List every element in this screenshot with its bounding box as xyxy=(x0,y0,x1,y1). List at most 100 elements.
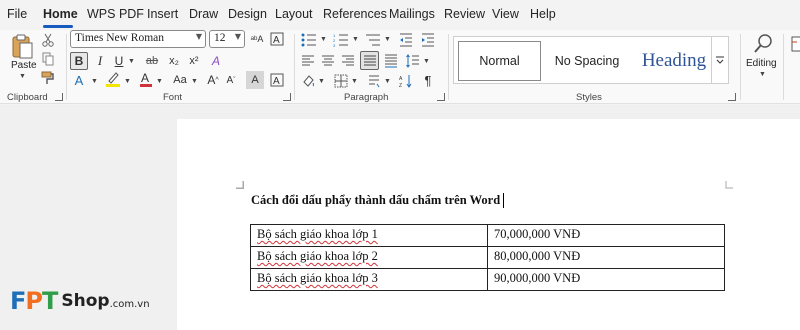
underline-dropdown-icon[interactable]: ▼ xyxy=(128,58,135,65)
numbering-dropdown-icon[interactable]: ▼ xyxy=(352,36,359,43)
chevron-down-icon: ▼ xyxy=(234,32,241,41)
cell-text: 80,000,000 VNĐ xyxy=(494,249,581,263)
borders-dropdown-icon[interactable]: ▼ xyxy=(351,78,358,85)
asian-layout-dropdown-icon[interactable]: ▼ xyxy=(384,78,391,85)
sort-icon[interactable]: AZ xyxy=(398,72,414,89)
text-effects-dropdown-icon[interactable]: ▼ xyxy=(91,78,98,85)
svg-text:A: A xyxy=(399,76,403,82)
style-normal[interactable]: Normal xyxy=(458,41,541,81)
multilevel-dropdown-icon[interactable]: ▼ xyxy=(384,36,391,43)
tab-design[interactable]: Design xyxy=(228,7,267,21)
font-name-combo[interactable]: Times New Roman ▼ xyxy=(70,30,206,48)
editing-label[interactable]: Editing xyxy=(746,58,777,69)
cell-text: Bộ sách giáo khoa lớp 3 xyxy=(257,271,378,285)
text-cursor xyxy=(503,193,504,208)
font-color-icon[interactable]: A xyxy=(138,70,154,88)
paste-icon[interactable] xyxy=(8,32,36,62)
highlight-dropdown-icon[interactable]: ▼ xyxy=(124,78,131,85)
search-icon[interactable] xyxy=(752,32,774,56)
format-painter-icon[interactable] xyxy=(40,70,56,86)
table-row: Bộ sách giáo khoa lớp 2 80,000,000 VNĐ xyxy=(250,246,725,269)
font-color-dropdown-icon[interactable]: ▼ xyxy=(156,78,163,85)
group-divider xyxy=(740,34,741,100)
bullets-dropdown-icon[interactable]: ▼ xyxy=(320,36,327,43)
text-effects-icon[interactable]: A xyxy=(208,52,224,70)
document-heading[interactable]: Cách đổi dấu phẩy thành dấu chấm trên Wo… xyxy=(251,193,500,208)
multilevel-list-icon[interactable] xyxy=(364,31,382,48)
table-cell[interactable]: Bộ sách giáo khoa lớp 2 xyxy=(250,246,488,269)
decrease-indent-icon[interactable] xyxy=(398,31,414,48)
svg-text:A: A xyxy=(273,35,280,46)
change-case-dropdown-icon[interactable]: ▼ xyxy=(191,78,198,85)
tab-file[interactable]: File xyxy=(7,7,27,21)
change-font-size-icon[interactable]: Aa xyxy=(170,71,190,89)
tab-wps-pdf[interactable]: WPS PDF xyxy=(87,7,144,21)
clipboard-launcher-icon[interactable] xyxy=(55,93,63,101)
style-heading[interactable]: Heading xyxy=(632,41,716,81)
table-cell[interactable]: Bộ sách giáo khoa lớp 3 xyxy=(250,268,488,291)
superscript-button[interactable]: x² xyxy=(186,52,202,70)
tab-help[interactable]: Help xyxy=(530,7,556,21)
text-effects-outline-icon[interactable]: A xyxy=(70,71,88,89)
align-left-icon[interactable] xyxy=(300,52,316,69)
underline-button[interactable]: U xyxy=(111,52,127,70)
asian-layout-icon[interactable] xyxy=(366,72,382,89)
bold-button[interactable]: B xyxy=(70,52,88,70)
editing-dropdown-icon[interactable]: ▼ xyxy=(759,71,766,78)
paragraph-launcher-icon[interactable] xyxy=(437,93,445,101)
paste-label[interactable]: Paste xyxy=(11,60,37,71)
borders-icon[interactable] xyxy=(333,72,349,89)
strikethrough-button[interactable]: ab xyxy=(142,52,162,70)
character-shading-icon[interactable]: A xyxy=(246,71,264,89)
subscript-button[interactable]: x₂ xyxy=(166,52,182,70)
clear-formatting-icon[interactable]: A xyxy=(269,31,285,47)
svg-text:A: A xyxy=(273,76,280,87)
shading-icon[interactable] xyxy=(300,72,316,89)
highlight-icon[interactable] xyxy=(104,70,122,88)
table-cell[interactable]: 90,000,000 VNĐ xyxy=(487,268,725,291)
align-right-icon[interactable] xyxy=(340,52,356,69)
logo-letter: P xyxy=(25,287,43,315)
style-no-spacing[interactable]: No Spacing xyxy=(544,41,630,81)
tab-review[interactable]: Review xyxy=(444,7,485,21)
styles-more-icon[interactable] xyxy=(711,36,729,84)
tab-references[interactable]: References xyxy=(323,7,387,21)
tab-insert[interactable]: Insert xyxy=(147,7,178,21)
paste-dropdown-icon[interactable]: ▼ xyxy=(19,73,26,80)
grow-font-icon[interactable]: A ^ xyxy=(206,71,220,89)
table-cell[interactable]: 80,000,000 VNĐ xyxy=(487,246,725,269)
shading-dropdown-icon[interactable]: ▼ xyxy=(318,78,325,85)
document-table[interactable]: Bộ sách giáo khoa lớp 1 70,000,000 VNĐ B… xyxy=(250,224,725,291)
table-cell[interactable]: 70,000,000 VNĐ xyxy=(487,224,725,247)
tab-draw[interactable]: Draw xyxy=(189,7,218,21)
bullets-icon[interactable] xyxy=(300,31,318,48)
align-center-icon[interactable] xyxy=(320,52,336,69)
tab-home[interactable]: Home xyxy=(43,7,78,21)
line-spacing-dropdown-icon[interactable]: ▼ xyxy=(423,58,430,65)
font-size-combo[interactable]: 12 ▼ xyxy=(209,30,245,48)
partial-ribbon-icon[interactable] xyxy=(788,32,800,56)
character-border-icon[interactable]: A xyxy=(268,71,286,89)
justify-icon[interactable] xyxy=(360,51,379,70)
svg-text:Z: Z xyxy=(399,83,402,88)
styles-launcher-icon[interactable] xyxy=(728,93,736,101)
change-case-icon[interactable]: ᵃᵇA xyxy=(248,31,266,47)
font-size-value: 12 xyxy=(214,32,226,44)
tab-mailings[interactable]: Mailings xyxy=(389,7,435,21)
italic-button[interactable]: I xyxy=(92,52,108,70)
copy-icon[interactable] xyxy=(40,51,56,67)
shrink-font-icon[interactable]: Aˇ xyxy=(224,71,238,89)
cut-icon[interactable] xyxy=(40,32,56,48)
increase-indent-icon[interactable] xyxy=(420,31,436,48)
styles-group-label: Styles xyxy=(576,92,602,103)
show-formatting-marks-icon[interactable]: ¶ xyxy=(420,72,436,89)
font-launcher-icon[interactable] xyxy=(283,93,291,101)
distributed-icon[interactable] xyxy=(383,52,399,69)
tab-view[interactable]: View xyxy=(492,7,519,21)
table-cell[interactable]: Bộ sách giáo khoa lớp 1 xyxy=(250,224,488,247)
cell-text: 90,000,000 VNĐ xyxy=(494,271,581,285)
tab-layout[interactable]: Layout xyxy=(275,7,313,21)
numbering-icon[interactable]: 123 xyxy=(332,31,350,48)
line-spacing-icon[interactable] xyxy=(405,52,421,69)
logo-letter: T xyxy=(42,287,58,315)
